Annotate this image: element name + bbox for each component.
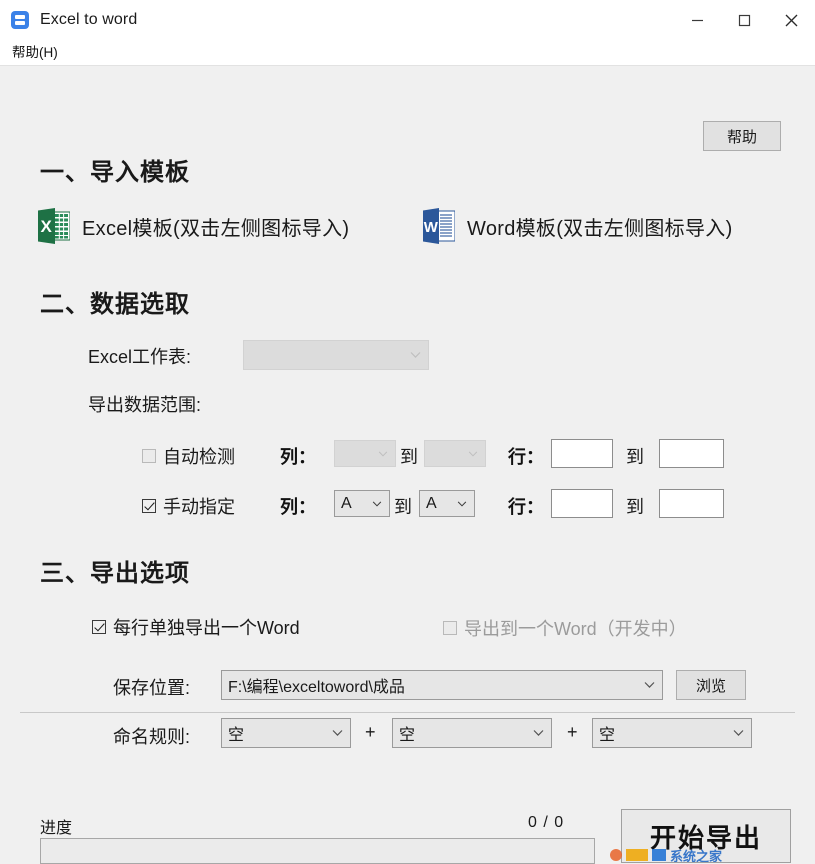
per-row-export-checkbox-row[interactable]: 每行单独导出一个Word bbox=[92, 614, 300, 640]
chevron-down-icon bbox=[533, 730, 544, 736]
footer-divider bbox=[20, 712, 795, 713]
manual-specify-checkbox-row[interactable]: 手动指定 bbox=[142, 493, 235, 519]
chevron-down-icon bbox=[468, 450, 478, 457]
word-template-item[interactable]: W Word模板(双击左侧图标导入) bbox=[423, 208, 733, 244]
auto-row-to-input[interactable] bbox=[659, 439, 724, 468]
menu-item-help[interactable]: 帮助(H) bbox=[6, 43, 64, 63]
excel-file-icon: X bbox=[38, 208, 70, 244]
auto-row-label: 行： bbox=[508, 447, 544, 467]
progress-count: 0 / 0 bbox=[528, 814, 565, 831]
watermark-text: 系统之家 bbox=[670, 848, 723, 863]
auto-col-from-select[interactable] bbox=[334, 440, 396, 467]
auto-detect-checkbox[interactable] bbox=[142, 449, 156, 463]
excel-template-label: Excel模板(双击左侧图标导入) bbox=[82, 217, 350, 240]
excel-template-item[interactable]: X Excel模板(双击左侧图标导入) bbox=[38, 208, 349, 244]
save-location-label: 保存位置: bbox=[113, 678, 191, 698]
svg-text:W: W bbox=[424, 219, 439, 236]
word-template-label: Word模板(双击左侧图标导入) bbox=[467, 217, 733, 240]
watermark-block-icon bbox=[626, 849, 648, 861]
section-2-title: 二、数据选取 bbox=[40, 291, 190, 318]
auto-col-label: 列： bbox=[280, 447, 316, 467]
manual-col-to-select[interactable]: A bbox=[419, 490, 475, 517]
auto-row-to-word: 到 bbox=[626, 447, 644, 467]
auto-detect-checkbox-row[interactable]: 自动检测 bbox=[142, 443, 235, 469]
naming-part-2-value: 空 bbox=[399, 727, 416, 744]
help-button[interactable]: 帮助 bbox=[703, 121, 781, 151]
minimize-button[interactable] bbox=[674, 0, 721, 40]
save-path-combobox[interactable]: F:\编程\exceltoword\成品 bbox=[221, 670, 663, 700]
manual-specify-checkbox[interactable] bbox=[142, 499, 156, 513]
single-word-export-checkbox-row: 导出到一个Word（开发中） bbox=[443, 615, 687, 641]
progress-label: 进度 bbox=[40, 820, 73, 837]
main-content: 一、导入模板 帮助 X Excel模板(双击左侧图标导入) W Word模板(双… bbox=[0, 66, 815, 864]
menu-bar: 帮助(H) bbox=[0, 41, 815, 66]
save-path-value: F:\编程\exceltoword\成品 bbox=[228, 679, 405, 696]
naming-part-2-select[interactable]: 空 bbox=[392, 718, 552, 748]
maximize-button[interactable] bbox=[721, 0, 768, 40]
progress-bar bbox=[40, 838, 595, 864]
chevron-down-icon bbox=[332, 730, 343, 736]
naming-part-1-value: 空 bbox=[228, 727, 245, 744]
manual-specify-label: 手动指定 bbox=[163, 497, 235, 517]
auto-col-to-select[interactable] bbox=[424, 440, 486, 467]
manual-col-to-value: A bbox=[426, 494, 437, 512]
naming-part-3-value: 空 bbox=[599, 727, 616, 744]
auto-row-from-input[interactable] bbox=[551, 439, 613, 468]
chevron-down-icon bbox=[378, 450, 388, 457]
naming-joiner-2: + bbox=[567, 722, 578, 742]
chevron-down-icon bbox=[410, 352, 421, 358]
watermark-dot-icon bbox=[610, 849, 622, 861]
section-3-title: 三、导出选项 bbox=[40, 560, 190, 587]
naming-part-1-select[interactable]: 空 bbox=[221, 718, 351, 748]
manual-row-to-word: 到 bbox=[626, 497, 644, 517]
naming-joiner-1: + bbox=[365, 722, 376, 742]
worksheet-label: Excel工作表: bbox=[88, 347, 192, 367]
chevron-down-icon bbox=[457, 500, 467, 507]
chevron-down-icon bbox=[644, 682, 655, 688]
maximize-icon bbox=[738, 14, 751, 26]
browse-button[interactable]: 浏览 bbox=[676, 670, 746, 700]
auto-col-to-word: 到 bbox=[400, 447, 418, 467]
naming-rule-label: 命名规则: bbox=[113, 727, 191, 747]
close-icon bbox=[785, 14, 798, 26]
manual-col-label: 列： bbox=[280, 497, 316, 517]
watermark: 系统之家 bbox=[610, 848, 815, 862]
manual-row-to-input[interactable] bbox=[659, 489, 724, 518]
single-word-export-checkbox bbox=[443, 621, 457, 635]
watermark-block2-icon bbox=[652, 849, 666, 861]
close-button[interactable] bbox=[768, 0, 815, 40]
auto-detect-label: 自动检测 bbox=[163, 447, 235, 467]
manual-row-label: 行： bbox=[508, 497, 544, 517]
section-1-title: 一、导入模板 bbox=[40, 159, 190, 186]
window-controls bbox=[674, 0, 815, 40]
minimize-icon bbox=[692, 19, 703, 21]
naming-part-3-select[interactable]: 空 bbox=[592, 718, 752, 748]
manual-col-to-word: 到 bbox=[394, 497, 412, 517]
title-bar: Excel to word bbox=[0, 0, 815, 41]
manual-row-from-input[interactable] bbox=[551, 489, 613, 518]
single-word-export-label: 导出到一个Word（开发中） bbox=[464, 619, 687, 639]
per-row-export-label: 每行单独导出一个Word bbox=[113, 618, 300, 638]
chevron-down-icon bbox=[733, 730, 744, 736]
chevron-down-icon bbox=[372, 500, 382, 507]
svg-text:X: X bbox=[41, 217, 53, 236]
window-title: Excel to word bbox=[40, 11, 138, 28]
per-row-export-checkbox[interactable] bbox=[92, 620, 106, 634]
manual-col-from-value: A bbox=[341, 494, 352, 512]
manual-col-from-select[interactable]: A bbox=[334, 490, 390, 517]
app-logo-icon bbox=[11, 11, 29, 29]
word-file-icon: W bbox=[423, 208, 455, 244]
worksheet-select[interactable] bbox=[243, 340, 429, 370]
export-range-label: 导出数据范围: bbox=[88, 395, 202, 415]
